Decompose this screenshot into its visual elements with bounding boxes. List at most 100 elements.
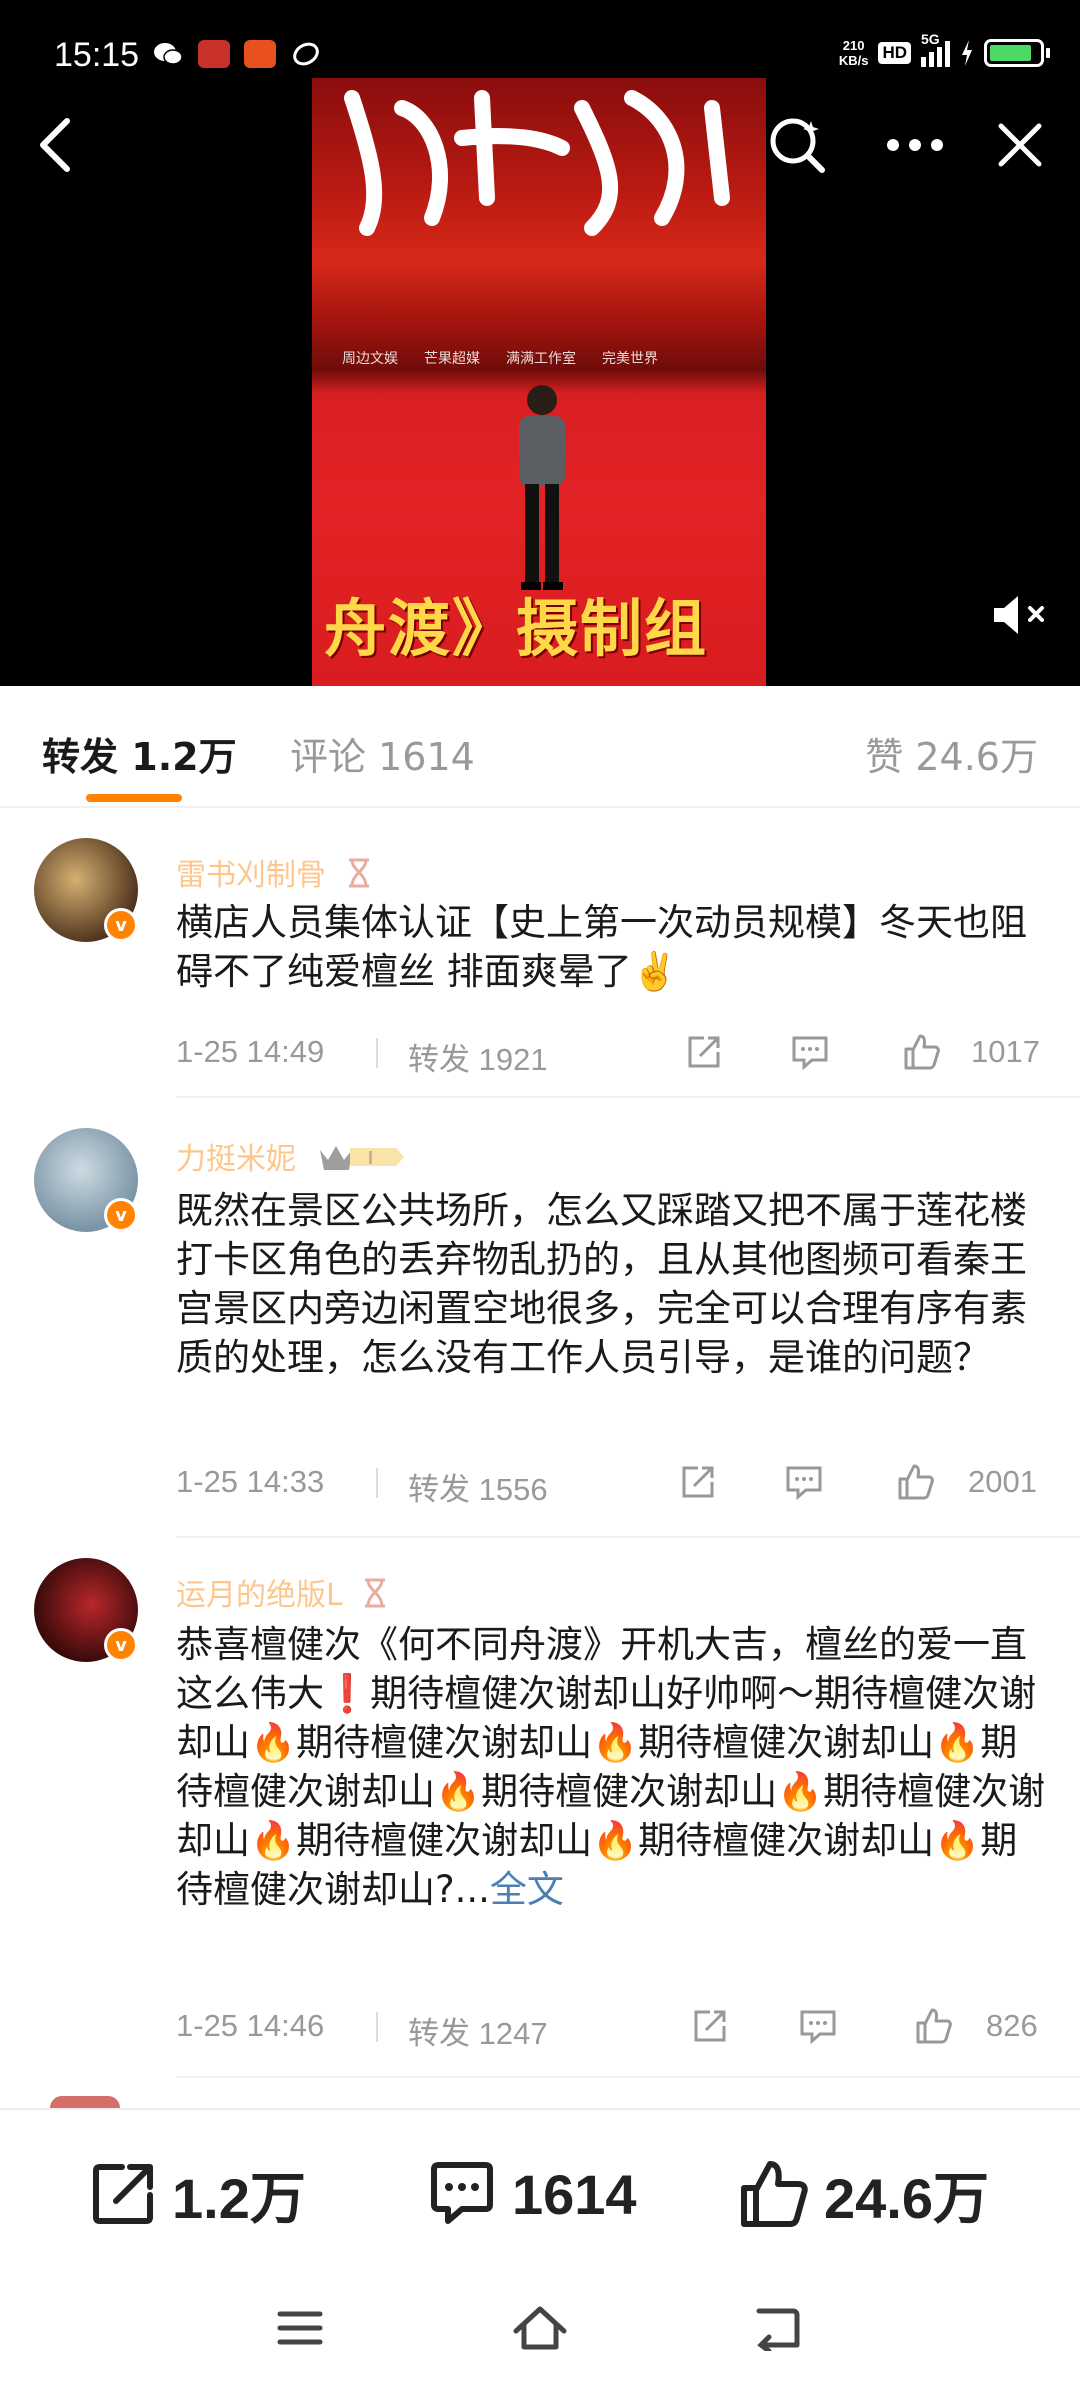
close-button[interactable] bbox=[975, 100, 1065, 190]
close-icon bbox=[998, 123, 1042, 167]
notification-icons bbox=[152, 40, 322, 68]
comment-button[interactable] bbox=[782, 1460, 826, 1504]
repost-text: 横店人员集体认证【史上第一次动员规模】冬天也阻碍不了纯爱檀丝 排面爽晕了✌️ bbox=[176, 901, 1027, 993]
tab-comments-label: 评论 bbox=[290, 735, 367, 779]
back-arrow-icon bbox=[40, 118, 70, 172]
tab-reposts-label: 转发 bbox=[42, 735, 119, 779]
taobao-icon bbox=[244, 40, 276, 68]
verified-badge: v bbox=[104, 908, 138, 942]
username[interactable]: 力挺米妮 I bbox=[176, 1134, 406, 1182]
item-divider bbox=[176, 2076, 1080, 2078]
app-notification-icon bbox=[198, 40, 230, 68]
tab-comments[interactable]: 评论 1614 bbox=[290, 726, 475, 781]
thumbs-up-icon bbox=[898, 1464, 934, 1500]
tab-likes-label: 赞 bbox=[865, 735, 904, 779]
tab-likes[interactable]: 赞 24.6万 bbox=[865, 726, 1038, 781]
more-dots-icon bbox=[887, 139, 943, 151]
battery-icon bbox=[984, 39, 1050, 67]
like-count: 826 bbox=[986, 2008, 1038, 2043]
menu-icon bbox=[277, 2311, 323, 2345]
repost-count: 转发 1247 bbox=[408, 2016, 548, 2051]
repost-meta: 1-25 14:33 转发 1556 2001 bbox=[176, 1460, 1046, 1507]
separator bbox=[376, 1038, 378, 1068]
status-time: 15:15 bbox=[54, 36, 140, 74]
separator bbox=[376, 1468, 378, 1498]
hourglass-badge-icon bbox=[346, 858, 372, 896]
repost-text: 恭喜檀健次《何不同舟渡》开机大吉，檀丝的爱一直这么伟大❗期待檀健次谢却山好帅啊～… bbox=[176, 1623, 1046, 1911]
comment-icon bbox=[800, 2010, 836, 2045]
like-count: 1017 bbox=[971, 1034, 1040, 1069]
menu-button[interactable] bbox=[270, 2298, 330, 2358]
share-icon bbox=[694, 2010, 726, 2042]
share-icon bbox=[688, 1036, 720, 1068]
next-item-avatar-peek bbox=[50, 2096, 120, 2108]
wechat-icon bbox=[152, 40, 184, 68]
charging-icon bbox=[962, 40, 972, 66]
home-icon bbox=[513, 2306, 567, 2350]
speaker-figure bbox=[519, 385, 565, 590]
tab-reposts-count: 1.2万 bbox=[131, 735, 237, 779]
back-button[interactable] bbox=[10, 100, 100, 190]
list-item: v 力挺米妮 I 既然在景区公共场所，怎么又踩踏又把不属于莲花楼打卡区角色的丢弃… bbox=[0, 1098, 1080, 1538]
share-button[interactable] bbox=[682, 1030, 726, 1074]
video-caption: 舟渡》摄制组 bbox=[324, 592, 709, 665]
back-nav-button[interactable] bbox=[748, 2298, 808, 2358]
share-button[interactable] bbox=[676, 1460, 720, 1504]
like-action-button[interactable]: 24.6万 bbox=[738, 2154, 989, 2234]
username[interactable]: 雷书刈制骨 bbox=[176, 850, 372, 896]
tab-likes-count: 24.6万 bbox=[915, 735, 1038, 779]
comment-action-button[interactable]: 1614 bbox=[426, 2154, 637, 2234]
search-button[interactable] bbox=[752, 100, 842, 190]
list-item: v 运月的绝版L 恭喜檀健次《何不同舟渡》开机大吉，檀丝的爱一直这么伟大❗期待檀… bbox=[0, 1538, 1080, 2078]
repost-text: 既然在景区公共场所，怎么又踩踏又把不属于莲花楼打卡区角色的丢弃物乱扔的，且从其他… bbox=[176, 1189, 1027, 1379]
share-button[interactable] bbox=[688, 2004, 732, 2048]
video-player[interactable]: 15:15 210 KB/s HD 5G 周边文娱 芒果超媒 满满工作室 完美世… bbox=[0, 0, 1080, 686]
share-icon bbox=[93, 2164, 153, 2224]
like-count: 2001 bbox=[968, 1464, 1037, 1499]
comment-action-count: 1614 bbox=[512, 2162, 637, 2226]
comment-icon bbox=[786, 1466, 822, 1501]
system-navigation-bar bbox=[0, 2272, 1080, 2388]
list-item: v 雷书刈制骨 横店人员集体认证【史上第一次动员规模】冬天也阻碍不了纯爱檀丝 排… bbox=[0, 808, 1080, 1098]
timestamp: 1-25 14:49 bbox=[176, 1034, 325, 1069]
more-options-button[interactable] bbox=[870, 100, 960, 190]
repost-count: 转发 1921 bbox=[408, 1042, 548, 1077]
return-icon bbox=[756, 2308, 800, 2351]
repost-action-count: 1.2万 bbox=[172, 2166, 306, 2230]
like-action-count: 24.6万 bbox=[824, 2166, 989, 2230]
top-navigation bbox=[0, 100, 1080, 190]
home-button[interactable] bbox=[510, 2298, 570, 2358]
bottom-action-bar: 1.2万 1614 24.6万 bbox=[0, 2108, 1080, 2272]
hd-icon: HD bbox=[878, 42, 911, 64]
timestamp: 1-25 14:33 bbox=[176, 1464, 325, 1499]
network-speed: 210 KB/s bbox=[838, 38, 869, 68]
tab-comments-count: 1614 bbox=[378, 735, 475, 779]
repost-action-button[interactable]: 1.2万 bbox=[88, 2154, 306, 2234]
mute-button[interactable] bbox=[990, 590, 1050, 640]
comment-icon bbox=[431, 2162, 493, 2224]
like-button[interactable] bbox=[894, 1460, 938, 1504]
active-tab-indicator bbox=[86, 794, 182, 802]
repost-count: 转发 1556 bbox=[408, 1472, 548, 1507]
share-icon bbox=[682, 1466, 714, 1498]
hourglass-badge-icon bbox=[362, 1578, 388, 1616]
interaction-tabs: 转发 1.2万 评论 1614 赞 24.6万 bbox=[0, 686, 1080, 808]
signal-icon: 5G bbox=[921, 31, 950, 67]
repost-meta: 1-25 14:49 转发 1921 1017 bbox=[176, 1030, 1046, 1077]
comment-icon bbox=[792, 1036, 828, 1071]
repost-meta: 1-25 14:46 转发 1247 826 bbox=[176, 2004, 1046, 2051]
comment-button[interactable] bbox=[788, 1030, 832, 1074]
separator bbox=[376, 2012, 378, 2042]
like-button[interactable] bbox=[900, 1030, 944, 1074]
like-button[interactable] bbox=[912, 2004, 956, 2048]
thumbs-up-icon bbox=[741, 2161, 808, 2227]
speaker-muted-icon bbox=[994, 596, 1044, 634]
sponsor-logos: 周边文娱 芒果超媒 满满工作室 完美世界 bbox=[342, 351, 658, 367]
verified-badge: v bbox=[104, 1198, 138, 1232]
tab-reposts[interactable]: 转发 1.2万 bbox=[42, 726, 237, 781]
verified-badge: v bbox=[104, 1628, 138, 1662]
username[interactable]: 运月的绝版L bbox=[176, 1570, 388, 1616]
read-more-link[interactable]: 全文 bbox=[490, 1868, 564, 1911]
svg-text:I: I bbox=[368, 1148, 373, 1168]
comment-button[interactable] bbox=[796, 2004, 840, 2048]
